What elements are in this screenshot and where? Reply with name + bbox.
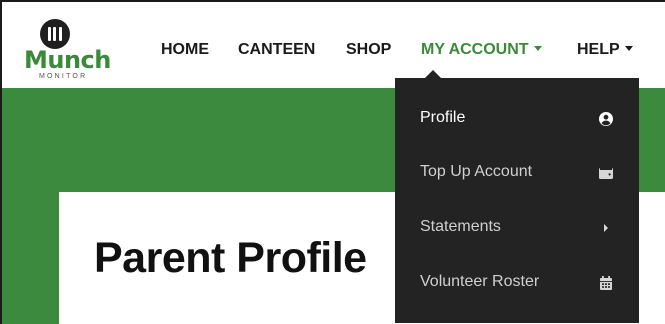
caret-down-icon: [533, 46, 542, 51]
menu-item-volunteer-roster[interactable]: Volunteer Roster: [395, 255, 639, 309]
menu-item-label: Top Up Account: [420, 163, 533, 180]
nav-my-account-label: MY ACCOUNT: [421, 41, 529, 58]
menu-item-label: Statements: [420, 218, 501, 235]
calendar-icon: [600, 276, 612, 290]
nav-canteen[interactable]: CANTEEN: [238, 40, 315, 60]
site-header: Munch MONITOR HOME CANTEEN SHOP MY ACCOU…: [2, 2, 665, 88]
chevron-right-icon: [604, 224, 608, 232]
nav-my-account[interactable]: MY ACCOUNT: [421, 40, 542, 60]
logo-subtitle: MONITOR: [39, 73, 88, 80]
menu-item-label: Profile: [420, 109, 466, 126]
menu-item-label: Volunteer Roster: [420, 273, 540, 290]
menu-item-statements[interactable]: Statements: [395, 200, 639, 254]
utensils-icon: [40, 19, 70, 49]
menu-item-top-up-account[interactable]: Top Up Account: [395, 145, 639, 199]
nav-shop[interactable]: SHOP: [346, 40, 391, 60]
wallet-icon: [599, 168, 613, 179]
nav-help-label: HELP: [577, 41, 620, 58]
logo-word: Munch: [24, 46, 111, 74]
app-window: Munch MONITOR HOME CANTEEN SHOP MY ACCOU…: [0, 0, 665, 324]
nav-home[interactable]: HOME: [161, 40, 209, 60]
munch-monitor-logo[interactable]: Munch MONITOR: [20, 19, 111, 83]
page-title: Parent Profile: [94, 234, 367, 282]
my-account-dropdown: Profile Top Up Account Statements Volunt…: [395, 70, 639, 323]
caret-down-icon: [624, 46, 633, 51]
menu-item-profile[interactable]: Profile: [395, 91, 639, 145]
user-circle-icon: [599, 112, 613, 126]
nav-help[interactable]: HELP: [577, 40, 633, 60]
